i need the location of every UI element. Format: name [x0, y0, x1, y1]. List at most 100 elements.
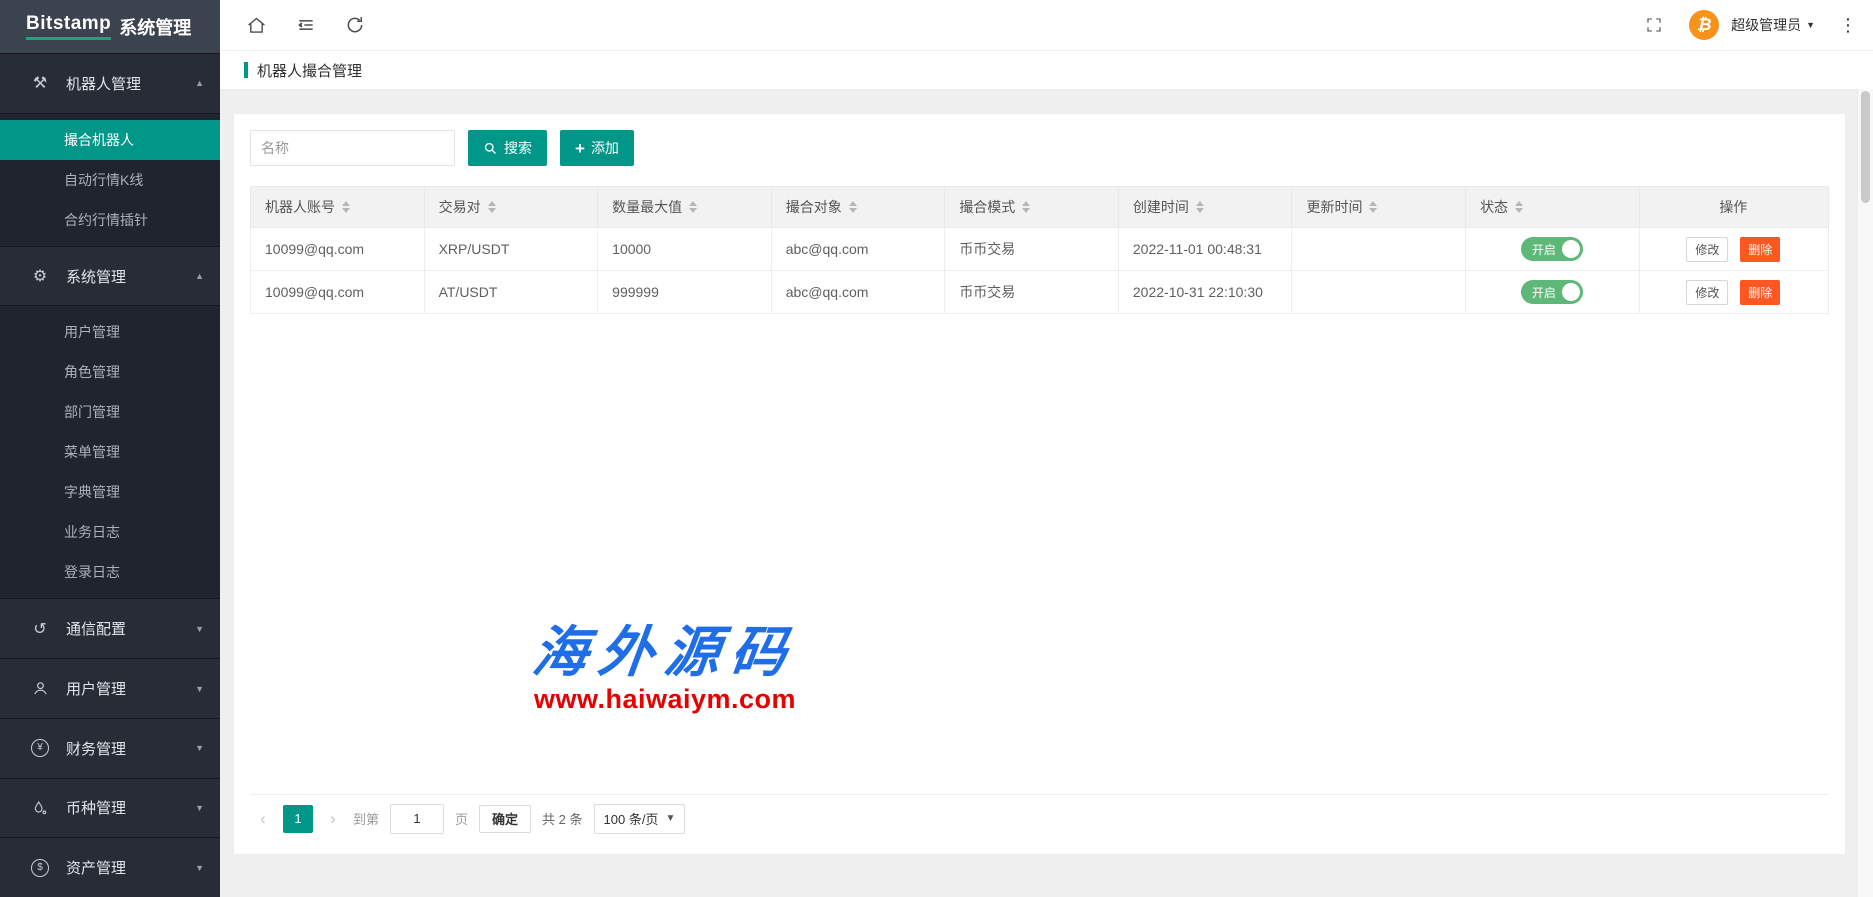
sidebar-group-asset-management[interactable]: $ 资产管理 ▼ [0, 837, 220, 897]
sidebar-item-login-log[interactable]: 登录日志 [0, 552, 220, 592]
pagination: ‹ 1 › 到第 页 确定 共 2 条 100 条/页 ▼ [250, 794, 1829, 842]
sidebar-group-label: 币种管理 [66, 797, 195, 818]
column-header-target[interactable]: 撮合对象 [771, 187, 945, 228]
edit-button[interactable]: 修改 [1686, 237, 1728, 262]
sidebar-item-label: 自动行情K线 [64, 170, 143, 190]
column-header-status[interactable]: 状态 [1466, 187, 1640, 228]
sidebar-group-user-management[interactable]: 用户管理 ▼ [0, 658, 220, 718]
robots-table: 机器人账号 交易对 数量最大值 撮合对象 [250, 186, 1829, 314]
sort-icon[interactable] [689, 201, 697, 213]
sidebar-group-finance-management[interactable]: ¥ 财务管理 ▼ [0, 718, 220, 778]
table-header-row: 机器人账号 交易对 数量最大值 撮合对象 [251, 187, 1829, 228]
delete-button[interactable]: 删除 [1740, 237, 1780, 262]
topbar-right: ₿ 超级管理员 ▼ ⋮ [1645, 10, 1857, 40]
column-header-updated[interactable]: 更新时间 [1292, 187, 1466, 228]
sort-icon[interactable] [1515, 201, 1523, 213]
sidebar-item-label: 撮合机器人 [64, 130, 134, 150]
sidebar-group-coin-management[interactable]: 币种管理 ▼ [0, 778, 220, 838]
sidebar-item-auto-kline[interactable]: 自动行情K线 [0, 160, 220, 200]
column-label: 交易对 [439, 197, 481, 217]
sidebar-group-system-management[interactable]: ⚙ 系统管理 ▲ [0, 246, 220, 306]
sidebar-item-dept-admin[interactable]: 部门管理 [0, 392, 220, 432]
main-area: ₿ 超级管理员 ▼ ⋮ 机器人撮合管理 [220, 0, 1873, 897]
current-page[interactable]: 1 [283, 805, 313, 833]
collapse-menu-icon[interactable] [295, 15, 317, 35]
chevron-down-icon: ▼ [195, 743, 204, 753]
sidebar-item-label: 业务日志 [64, 522, 120, 542]
sort-icon[interactable] [1022, 201, 1030, 213]
table-row: 10099@qq.com XRP/USDT 10000 abc@qq.com 币… [251, 228, 1829, 271]
watermark: 海外源码 www.haiwaiym.com [450, 622, 880, 715]
user-menu[interactable]: 超级管理员 ▼ [1731, 15, 1815, 35]
page-title: 机器人撮合管理 [257, 60, 362, 81]
add-button[interactable]: + 添加 [560, 130, 634, 166]
column-header-max[interactable]: 数量最大值 [598, 187, 772, 228]
sidebar-item-dict-admin[interactable]: 字典管理 [0, 472, 220, 512]
status-toggle[interactable]: 开启 [1521, 280, 1583, 304]
search-button[interactable]: 搜索 [468, 130, 547, 166]
search-input[interactable] [250, 130, 455, 166]
sidebar-item-user-admin[interactable]: 用户管理 [0, 312, 220, 352]
bitcoin-avatar[interactable]: ₿ [1689, 10, 1719, 40]
sidebar: Bitstamp 系统管理 ⚒ 机器人管理 ▲ 撮合机器人 自动行情K线 合约行… [0, 0, 220, 897]
sort-icon[interactable] [1369, 201, 1377, 213]
total-count-label: 共 2 条 [542, 809, 582, 828]
page-number-input[interactable] [390, 804, 444, 834]
sidebar-item-label: 角色管理 [64, 362, 120, 382]
cell-updated [1292, 271, 1466, 314]
sidebar-item-biz-log[interactable]: 业务日志 [0, 512, 220, 552]
plus-icon: + [575, 140, 585, 157]
app-root: Bitstamp 系统管理 ⚒ 机器人管理 ▲ 撮合机器人 自动行情K线 合约行… [0, 0, 1873, 897]
title-accent-bar [244, 62, 248, 78]
chevron-down-icon: ▼ [195, 863, 204, 873]
cell-status: 开启 [1466, 271, 1640, 314]
comm-icon: ↺ [30, 619, 50, 639]
page-unit-label: 页 [455, 809, 468, 828]
more-menu-icon[interactable]: ⋮ [1839, 15, 1857, 36]
column-header-created[interactable]: 创建时间 [1118, 187, 1292, 228]
column-label: 数量最大值 [612, 197, 682, 217]
sidebar-item-role-admin[interactable]: 角色管理 [0, 352, 220, 392]
status-toggle[interactable]: 开启 [1521, 237, 1583, 261]
delete-button[interactable]: 删除 [1740, 280, 1780, 305]
refresh-icon[interactable] [345, 15, 365, 35]
home-icon[interactable] [246, 15, 267, 36]
sidebar-item-matching-robot[interactable]: 撮合机器人 [0, 120, 220, 160]
scrollbar-thumb[interactable] [1861, 91, 1870, 203]
brand-logo: Bitstamp 系统管理 [0, 0, 220, 53]
sort-icon[interactable] [1196, 201, 1204, 213]
column-header-mode[interactable]: 撮合模式 [945, 187, 1119, 228]
watermark-url: www.haiwaiym.com [450, 684, 880, 715]
dollar-glyph: $ [31, 859, 49, 877]
search-icon [483, 141, 498, 156]
edit-button[interactable]: 修改 [1686, 280, 1728, 305]
sort-icon[interactable] [488, 201, 496, 213]
sidebar-group-comm-config[interactable]: ↺ 通信配置 ▼ [0, 598, 220, 658]
person-icon [30, 680, 50, 697]
sort-icon[interactable] [342, 201, 350, 213]
column-header-account[interactable]: 机器人账号 [251, 187, 425, 228]
sidebar-item-menu-admin[interactable]: 菜单管理 [0, 432, 220, 472]
column-label: 状态 [1480, 197, 1508, 217]
page-size-value: 100 条/页 [604, 809, 659, 828]
sidebar-item-contract-pin[interactable]: 合约行情插针 [0, 200, 220, 240]
next-page-icon[interactable]: › [324, 810, 342, 827]
fullscreen-icon[interactable] [1645, 16, 1663, 34]
table-row: 10099@qq.com AT/USDT 999999 abc@qq.com 币… [251, 271, 1829, 314]
prev-page-icon[interactable]: ‹ [254, 810, 272, 827]
column-header-pair[interactable]: 交易对 [424, 187, 598, 228]
sidebar-group-label: 机器人管理 [66, 73, 195, 94]
brand-suffix: 系统管理 [119, 14, 191, 40]
sidebar-group-robot-management[interactable]: ⚒ 机器人管理 ▲ [0, 53, 220, 113]
vertical-scrollbar[interactable] [1857, 89, 1873, 897]
sidebar-item-label: 菜单管理 [64, 442, 120, 462]
sort-icon[interactable] [849, 201, 857, 213]
page-size-select[interactable]: 100 条/页 ▼ [594, 804, 686, 834]
cell-account: 10099@qq.com [251, 271, 425, 314]
sidebar-item-label: 字典管理 [64, 482, 120, 502]
cell-mode: 币币交易 [945, 271, 1119, 314]
sidebar-item-label: 合约行情插针 [64, 210, 148, 230]
cell-max: 10000 [598, 228, 772, 271]
confirm-page-button[interactable]: 确定 [479, 805, 531, 833]
chevron-up-icon: ▲ [195, 271, 204, 281]
